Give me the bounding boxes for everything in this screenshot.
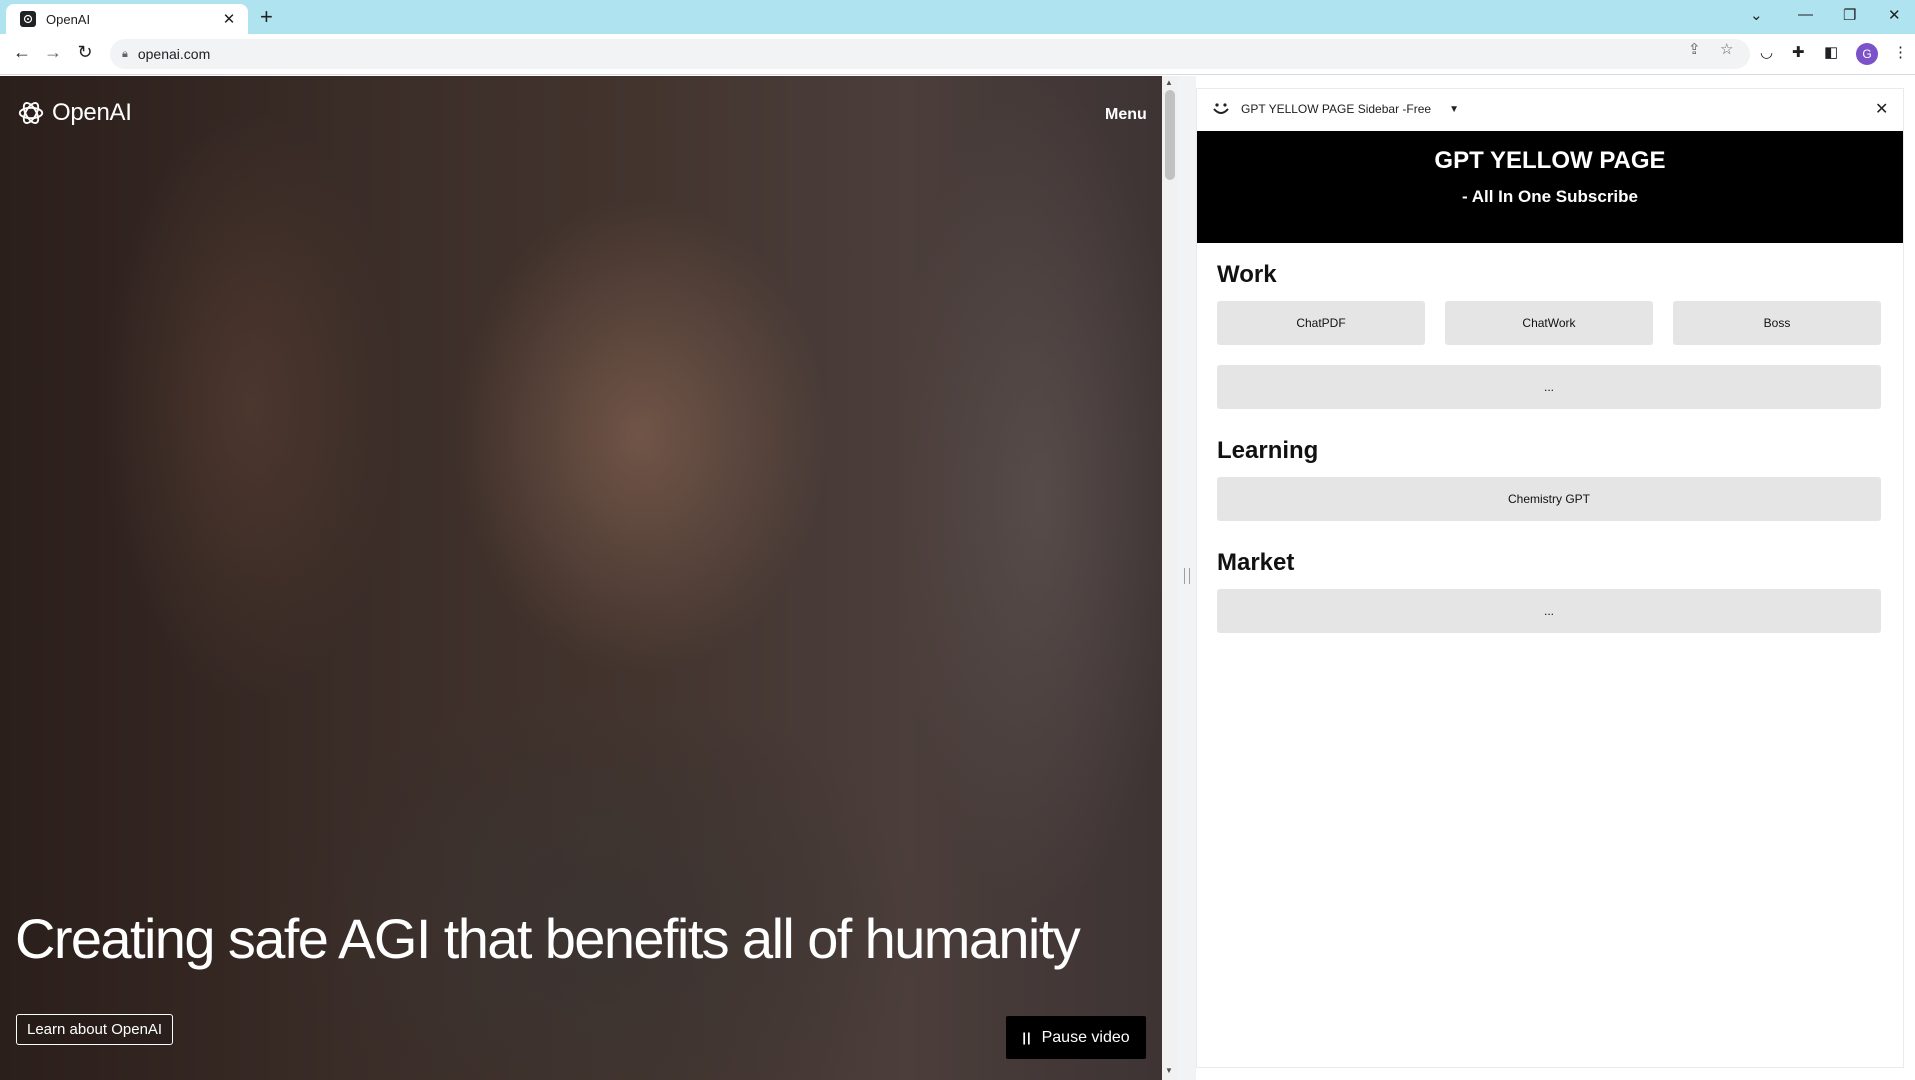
side-panel-title: GPT YELLOW PAGE Sidebar -Free: [1241, 102, 1432, 116]
side-panel-resize-handle[interactable]: [1178, 76, 1196, 1080]
browser-tab-openai[interactable]: OpenAI ✕: [6, 4, 248, 34]
banner-title: GPT YELLOW PAGE: [1434, 147, 1666, 174]
share-icon[interactable]: ⇪: [1688, 40, 1701, 58]
scroll-down-icon[interactable]: ▼: [1165, 1066, 1173, 1075]
gpt-yellow-page-banner: GPT YELLOW PAGE - All In One Subscribe: [1197, 131, 1903, 243]
pause-icon: ||: [1022, 1030, 1032, 1045]
browser-toolbar: ← → ↻ 🔒︎ openai.com ⇪ ☆ ◡ ✚ ◧ G ⋮: [0, 34, 1915, 75]
chatpdf-button[interactable]: ChatPDF: [1217, 301, 1425, 345]
restore-icon[interactable]: ❐: [1843, 6, 1856, 24]
openai-logo-icon: [18, 101, 44, 125]
side-panel-header: GPT YELLOW PAGE Sidebar -Free ▼ ✕: [1197, 89, 1903, 129]
kebab-menu-icon[interactable]: ⋮: [1893, 43, 1908, 61]
forward-icon[interactable]: →: [41, 42, 65, 63]
work-more-button[interactable]: ...: [1217, 365, 1881, 409]
new-tab-icon[interactable]: +: [260, 6, 273, 28]
menu-link[interactable]: Menu: [1105, 106, 1147, 124]
scroll-thumb[interactable]: [1165, 90, 1175, 180]
tab-title: OpenAI: [46, 11, 91, 27]
window-close-icon[interactable]: ✕: [1888, 6, 1901, 24]
logo-text: OpenAI: [52, 99, 132, 126]
openai-logo[interactable]: OpenAI: [16, 98, 132, 128]
banner-subtitle: - All In One Subscribe: [1461, 187, 1638, 206]
section-title-work: Work: [1217, 261, 1277, 288]
market-more-button[interactable]: ...: [1217, 589, 1881, 633]
resize-grip-icon[interactable]: [1184, 568, 1190, 584]
side-panel-close-icon[interactable]: ✕: [1875, 99, 1888, 119]
section-title-learning: Learning: [1217, 437, 1319, 464]
minimize-icon[interactable]: —: [1798, 6, 1813, 23]
learn-about-openai-button[interactable]: Learn about OpenAI: [16, 1014, 174, 1045]
hero-headline: Creating safe AGI that benefits all of h…: [15, 907, 1081, 970]
pause-video-button[interactable]: || Pause video: [1006, 1016, 1146, 1059]
section-title-market: Market: [1217, 549, 1295, 576]
boss-button[interactable]: Boss: [1673, 301, 1881, 345]
side-panel: GPT YELLOW PAGE Sidebar -Free ▼ ✕ GPT YE…: [1196, 88, 1904, 1068]
page-scrollbar[interactable]: ▲ ▼: [1162, 76, 1178, 1080]
address-bar[interactable]: 🔒︎ openai.com: [110, 39, 1750, 69]
hero-video: OpenAI Menu Creating safe AGI that benef…: [0, 76, 1162, 1080]
profile-avatar[interactable]: G: [1856, 43, 1878, 65]
side-panel-selector[interactable]: GPT YELLOW PAGE Sidebar -Free ▼: [1205, 93, 1465, 125]
bookmark-star-icon[interactable]: ☆: [1720, 40, 1733, 58]
tab-strip: OpenAI ✕ + ⌄ — ❐ ✕: [0, 0, 1915, 34]
url-text[interactable]: openai.com: [138, 46, 210, 62]
caret-down-icon[interactable]: ▼: [1449, 104, 1459, 115]
chatwork-button[interactable]: ChatWork: [1445, 301, 1653, 345]
tab-close-icon[interactable]: ✕: [220, 10, 238, 28]
reload-icon[interactable]: ↻: [73, 42, 97, 63]
pause-video-label: Pause video: [1041, 1028, 1130, 1046]
tab-search-chevron-icon[interactable]: ⌄: [1750, 6, 1763, 24]
chemistry-gpt-button[interactable]: Chemistry GPT: [1217, 477, 1881, 521]
extensions-puzzle-icon[interactable]: ✚: [1792, 43, 1805, 61]
lock-icon[interactable]: 🔒︎: [122, 48, 128, 61]
smile-extension-icon: [1213, 103, 1229, 114]
side-panel-icon[interactable]: ◧: [1824, 43, 1838, 61]
gpt-yellow-page-extension-icon[interactable]: ◡: [1760, 43, 1773, 61]
openai-favicon-icon: [20, 11, 36, 27]
scroll-up-icon[interactable]: ▲: [1165, 78, 1173, 87]
back-icon[interactable]: ←: [10, 42, 34, 63]
